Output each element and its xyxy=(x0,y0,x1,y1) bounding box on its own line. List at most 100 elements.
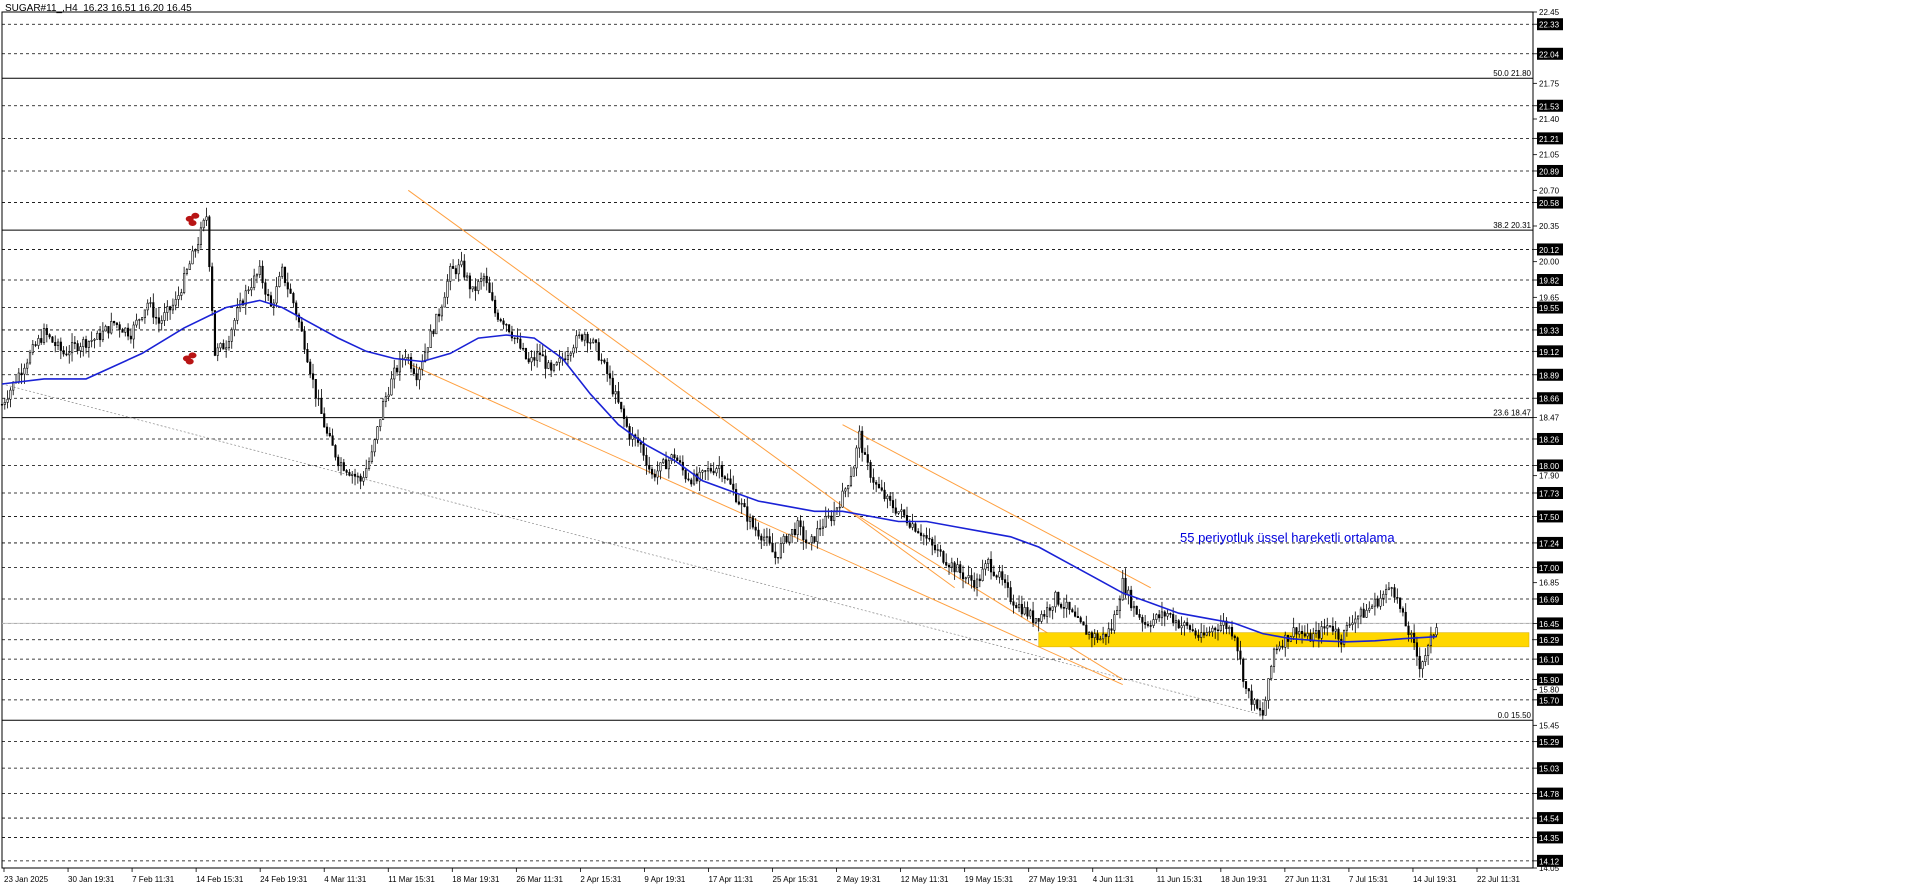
candle-body xyxy=(1379,597,1382,607)
candle-body xyxy=(205,216,208,221)
fibonacci-label: 0.0 15.50 xyxy=(1498,711,1532,720)
candle-body xyxy=(98,332,102,341)
candle-body xyxy=(1278,645,1281,650)
candle-body xyxy=(295,302,298,316)
candle-body xyxy=(723,476,726,480)
candle-body xyxy=(188,263,191,270)
candle-body xyxy=(1272,648,1276,667)
candle-body xyxy=(925,535,928,539)
candle-body xyxy=(129,335,132,340)
price-tick-label: 20.00 xyxy=(1539,258,1560,267)
price-box-label: 17.00 xyxy=(1539,564,1560,573)
candle-body xyxy=(667,460,670,470)
candle-body xyxy=(384,396,387,402)
candle-body xyxy=(149,302,152,304)
candle-body xyxy=(1236,637,1239,652)
candle-body xyxy=(1160,611,1164,619)
candle-body xyxy=(1020,603,1023,615)
candle-body xyxy=(258,265,261,275)
time-tick-label: 18 Jun 19:31 xyxy=(1221,875,1268,884)
candle-body xyxy=(544,355,547,369)
price-tick-label: 14.05 xyxy=(1539,864,1560,873)
candle-body xyxy=(1205,632,1208,636)
candle-body xyxy=(751,517,754,528)
candle-body xyxy=(138,319,141,321)
candle-body xyxy=(261,265,264,284)
price-chart[interactable]: 50.0 21.80 38.2 20.31 23.6 18.47 0.0 15.50 2… xyxy=(0,0,1916,888)
candle-body xyxy=(494,299,497,314)
time-tick-label: 2 May 19:31 xyxy=(837,875,882,884)
candle-body xyxy=(533,357,536,361)
candle-body xyxy=(491,292,494,301)
time-tick-label: 23 Jan 2025 xyxy=(4,875,49,884)
price-box-label: 19.33 xyxy=(1539,326,1560,335)
candle-body xyxy=(1354,618,1357,624)
candle-body xyxy=(496,312,499,320)
candle-body xyxy=(362,477,365,482)
candle-body xyxy=(395,367,399,373)
price-tick-label: 16.85 xyxy=(1539,579,1560,588)
candle-body xyxy=(648,464,651,470)
candle-body xyxy=(1432,634,1435,636)
candle-body xyxy=(1202,632,1206,636)
candle-body xyxy=(93,339,96,341)
candle-body xyxy=(1068,601,1071,610)
price-box-label: 18.00 xyxy=(1539,462,1560,471)
candle-body xyxy=(79,346,82,352)
price-box-label: 18.26 xyxy=(1539,435,1560,444)
candle-body xyxy=(835,507,839,512)
candle-body xyxy=(303,330,306,350)
candle-body xyxy=(869,462,872,478)
candle-body xyxy=(1130,589,1133,609)
candle-body xyxy=(863,452,867,455)
candle-body xyxy=(124,327,127,333)
candle-body xyxy=(950,562,953,568)
candle-body xyxy=(1418,655,1421,670)
price-tick-label: 21.40 xyxy=(1539,115,1560,124)
candle-body xyxy=(169,306,172,311)
candle-body xyxy=(1359,608,1362,617)
candle-body xyxy=(390,378,393,396)
price-box-label: 15.29 xyxy=(1539,738,1560,747)
candle-body xyxy=(729,478,732,485)
candle-body xyxy=(555,362,558,366)
candle-body xyxy=(897,511,900,514)
candle-body xyxy=(171,304,174,311)
candle-body xyxy=(409,357,413,369)
candle-body xyxy=(597,342,600,361)
price-box-label: 19.55 xyxy=(1539,304,1560,313)
candle-body xyxy=(113,321,116,324)
candle-body xyxy=(1163,611,1166,617)
candle-body xyxy=(617,391,620,403)
candle-body xyxy=(3,402,6,405)
candle-body xyxy=(1385,589,1388,595)
candle-body xyxy=(732,483,735,490)
candle-body xyxy=(830,515,833,522)
price-box-label: 20.89 xyxy=(1539,167,1560,176)
candle-body xyxy=(351,473,354,476)
candle-body xyxy=(283,266,287,283)
price-tick-label: 21.75 xyxy=(1539,79,1560,88)
candle-body xyxy=(1270,666,1273,679)
candle-body xyxy=(928,537,931,540)
candle-body xyxy=(393,367,396,380)
candle-body xyxy=(1088,632,1091,635)
candle-body xyxy=(51,336,54,343)
candle-body xyxy=(468,275,471,290)
candle-body xyxy=(325,426,329,434)
candle-body xyxy=(1141,617,1144,623)
candle-body xyxy=(726,478,729,480)
candle-body xyxy=(547,362,550,369)
candle-body xyxy=(592,339,595,343)
chart-area[interactable]: 50.0 21.80 38.2 20.31 23.6 18.47 0.0 15.50 2… xyxy=(0,0,1916,888)
candle-body xyxy=(1017,603,1021,609)
candle-body xyxy=(824,516,827,528)
candle-body xyxy=(26,362,29,369)
candle-body xyxy=(622,408,626,419)
candle-body xyxy=(185,269,188,274)
marker-dot xyxy=(188,219,197,226)
price-tick-label: 20.70 xyxy=(1539,186,1560,195)
candle-body xyxy=(194,249,197,252)
candle-body xyxy=(255,274,259,277)
candle-body xyxy=(426,347,429,353)
